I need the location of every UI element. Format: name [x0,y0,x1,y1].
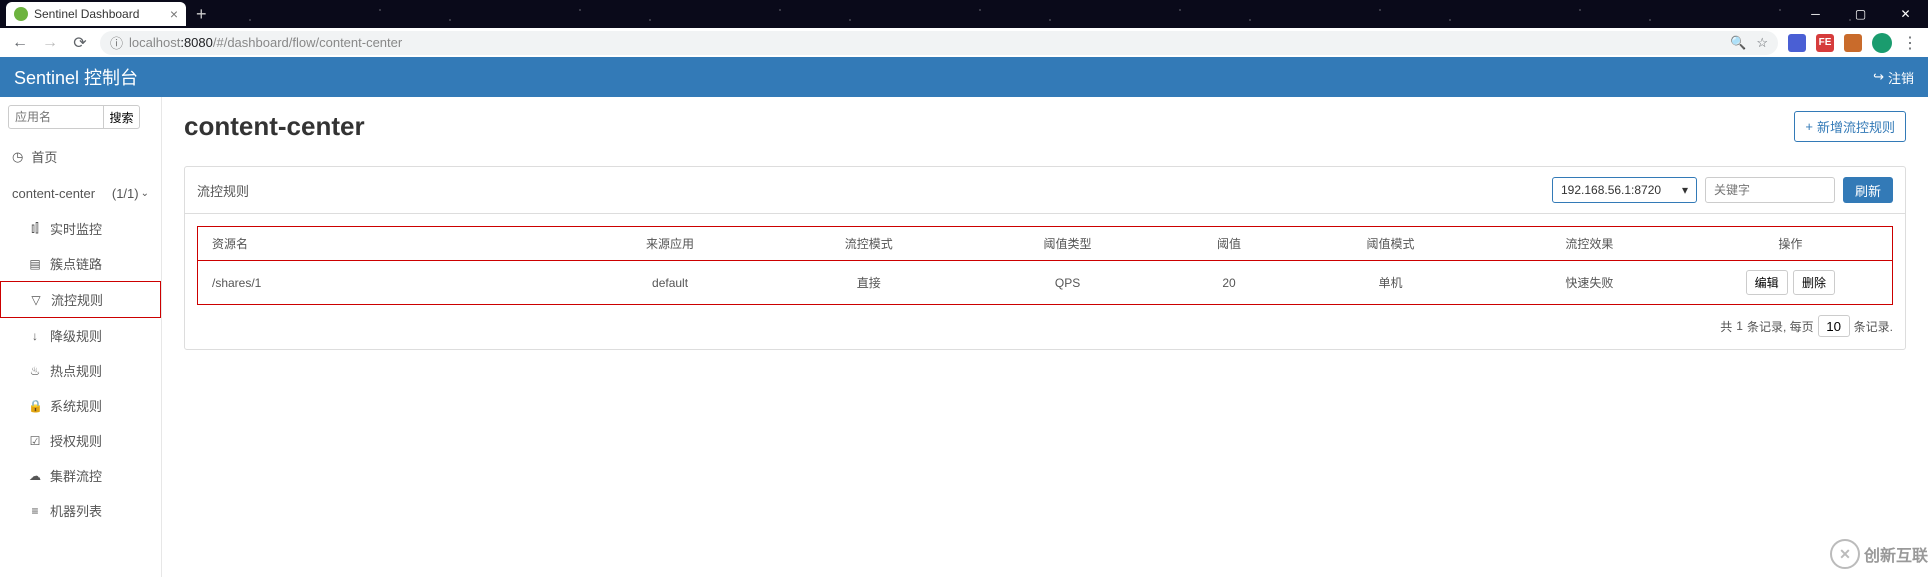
sidebar-item-auth[interactable]: ☑授权规则 [0,423,161,458]
panel-title: 流控规则 [197,181,1544,200]
extension-icon-3[interactable] [1844,34,1862,52]
window-minimize-icon[interactable]: ─ [1793,0,1838,28]
cell-mode: 直接 [769,261,968,305]
arrow-down-icon: ↓ [28,329,42,343]
tab-bar: Sentinel Dashboard × + ─ ▢ ✕ [0,0,1928,28]
keyword-input[interactable] [1705,177,1835,203]
chart-bar-icon: ⫾⫿ [28,221,42,236]
col-threshtype: 阈值类型 [968,227,1167,261]
url-actions: 🔍 ☆ [1730,35,1768,51]
site-info-icon[interactable]: ⓘ [110,33,123,52]
sidebar-item-flow[interactable]: ▽流控规则 [0,281,161,318]
app-search-button[interactable]: 搜索 [104,105,140,129]
extension-icons: FE ⋮ [1788,33,1918,53]
sidebar-home[interactable]: ◷ 首页 [0,137,161,176]
edit-button[interactable]: 编辑 [1746,270,1788,295]
main-content: content-center + 新增流控规则 流控规则 192.168.56.… [162,97,1928,577]
machine-select[interactable]: 192.168.56.1:8720 ▾ [1552,177,1697,203]
cell-origin: default [571,261,770,305]
sidebar-item-degrade[interactable]: ↓降级规则 [0,318,161,353]
filter-icon: ▽ [29,293,43,307]
url-bar[interactable]: ⓘ localhost:8080/#/dashboard/flow/conten… [100,31,1778,55]
link-icon: ▤ [28,257,42,271]
extension-icon-2[interactable]: FE [1816,34,1834,52]
window-close-icon[interactable]: ✕ [1883,0,1928,28]
new-tab-icon[interactable]: + [196,4,207,25]
cell-threshold: 20 [1167,261,1291,305]
col-threshold: 阈值 [1167,227,1291,261]
fire-icon: ♨ [28,364,42,378]
lock-icon: 🔒 [28,399,42,413]
cell-effect: 快速失败 [1490,261,1689,305]
cell-threshmode: 单机 [1291,261,1490,305]
logout-link[interactable]: ↪ 注销 [1873,68,1914,87]
logout-icon: ↪ [1873,69,1884,85]
tab-title: Sentinel Dashboard [34,7,139,21]
table-header-row: 资源名 来源应用 流控模式 阈值类型 阈值 阈值模式 流控效果 操作 [198,227,1892,261]
tab-close-icon[interactable]: × [170,6,178,22]
col-threshmode: 阈值模式 [1291,227,1490,261]
watermark-icon: ✕ [1830,539,1860,569]
col-actions: 操作 [1689,227,1892,261]
window-maximize-icon[interactable]: ▢ [1838,0,1883,28]
sidebar-app-toggle[interactable]: content-center (1/1) ⌄ [0,176,161,211]
col-resource: 资源名 [198,227,571,261]
cloud-icon: ☁ [28,469,42,483]
browser-tab[interactable]: Sentinel Dashboard × [6,2,186,26]
bookmark-icon[interactable]: ☆ [1756,35,1768,51]
watermark: ✕ 创新互联 [1830,539,1928,569]
flow-rules-table: 资源名 来源应用 流控模式 阈值类型 阈值 阈值模式 流控效果 操作 /shar [198,227,1892,304]
window-controls: ─ ▢ ✕ [1793,0,1928,28]
table-row: /shares/1 default 直接 QPS 20 单机 快速失败 编辑 删… [198,261,1892,305]
zoom-icon[interactable]: 🔍 [1730,35,1746,51]
sidebar-item-hotspot[interactable]: ♨热点规则 [0,353,161,388]
flow-rules-panel: 流控规则 192.168.56.1:8720 ▾ 刷新 资源名 来源应用 流控模… [184,166,1906,350]
panel-body: 资源名 来源应用 流控模式 阈值类型 阈值 阈值模式 流控效果 操作 /shar [185,214,1905,349]
app-search-input[interactable] [8,105,104,129]
app-header: Sentinel 控制台 ↪ 注销 [0,57,1928,97]
cell-actions: 编辑 删除 [1689,261,1892,305]
col-origin: 来源应用 [571,227,770,261]
sidebar: 搜索 ◷ 首页 content-center (1/1) ⌄ ⫾⫿实时监控 ▤簇… [0,97,162,577]
sidebar-item-system[interactable]: 🔒系统规则 [0,388,161,423]
nav-bar: ← → ⟳ ⓘ localhost:8080/#/dashboard/flow/… [0,28,1928,57]
caret-down-icon: ▾ [1682,183,1688,197]
pager: 共 1 条记录, 每页 条记录. [197,305,1893,337]
extension-icon-1[interactable] [1788,34,1806,52]
cell-threshtype: QPS [968,261,1167,305]
check-icon: ☑ [28,434,42,448]
refresh-button[interactable]: 刷新 [1843,177,1893,203]
browser-menu-icon[interactable]: ⋮ [1902,33,1918,53]
col-effect: 流控效果 [1490,227,1689,261]
sidebar-item-realtime[interactable]: ⫾⫿实时监控 [0,211,161,246]
cell-resource: /shares/1 [198,261,571,305]
sidebar-item-cluster[interactable]: ▤簇点链路 [0,246,161,281]
plus-icon: + [1805,119,1813,134]
sidebar-item-machines[interactable]: ≡机器列表 [0,493,161,528]
add-flow-rule-button[interactable]: + 新增流控规则 [1794,111,1906,142]
sidebar-item-clusterflow[interactable]: ☁集群流控 [0,458,161,493]
clock-icon: ◷ [12,149,23,165]
profile-avatar[interactable] [1872,33,1892,53]
nav-back-icon[interactable]: ← [10,34,30,52]
nav-forward-icon[interactable]: → [40,34,60,52]
nav-reload-icon[interactable]: ⟳ [70,33,90,53]
chevron-down-icon: ⌄ [141,188,149,199]
page-title: content-center [184,111,365,142]
delete-button[interactable]: 删除 [1793,270,1835,295]
col-mode: 流控模式 [769,227,968,261]
page-size-input[interactable] [1818,315,1850,337]
panel-header: 流控规则 192.168.56.1:8720 ▾ 刷新 [185,167,1905,214]
url-text: localhost:8080/#/dashboard/flow/content-… [129,35,1724,50]
browser-chrome: Sentinel Dashboard × + ─ ▢ ✕ ← → ⟳ ⓘ loc… [0,0,1928,57]
list-icon: ≡ [28,504,42,518]
app-title: Sentinel 控制台 [14,64,138,90]
sidebar-search: 搜索 [0,97,161,137]
tab-favicon [14,7,28,21]
